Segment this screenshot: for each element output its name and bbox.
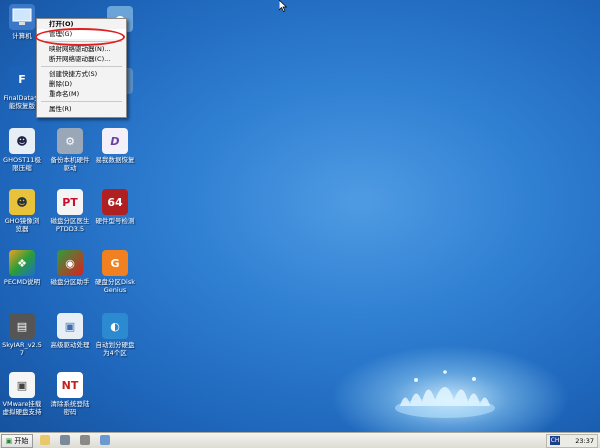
desktop-icon-advanced-driver[interactable]: ▣ 高级驱动处理 xyxy=(50,313,90,349)
desktop-icon-pecmd[interactable]: ❖ PECMD说明 xyxy=(2,250,42,286)
skyiar-icon: ▤ xyxy=(9,313,35,339)
auto-partition-icon: ◐ xyxy=(102,313,128,339)
icon-label: GHO镜像浏览器 xyxy=(4,217,40,233)
menu-item-delete[interactable]: 删除(D) xyxy=(37,79,126,89)
desktop-icon-vmware[interactable]: ▣ VMware挂载虚拟硬盘支持 xyxy=(2,372,42,416)
vmware-icon: ▣ xyxy=(9,372,35,398)
desktop-icon-easeus[interactable]: D 易我数据恢复 xyxy=(95,128,135,164)
icon-label: 硬盘分区DiskGenius xyxy=(95,278,135,294)
ghost-icon: ☻ xyxy=(9,128,35,154)
desktop-icon-diskgenius[interactable]: G 硬盘分区DiskGenius xyxy=(95,250,135,294)
gho-browser-icon: ☻ xyxy=(9,189,35,215)
icon-label: 硬件型号检测 xyxy=(95,217,135,225)
icon-label: PECMD说明 xyxy=(3,278,41,286)
menu-item-rename[interactable]: 重命名(M) xyxy=(37,89,126,99)
quick-launch-drive-icon[interactable] xyxy=(80,435,90,445)
driver-icon: ▣ xyxy=(57,313,83,339)
quick-launch-folder-icon[interactable] xyxy=(40,435,50,445)
menu-separator xyxy=(41,101,122,102)
windows-logo-icon: ▣ xyxy=(5,437,13,445)
menu-separator xyxy=(41,66,122,67)
desktop-icon-ptdd[interactable]: PT 磁盘分区医生PTDD3.5 xyxy=(50,189,90,233)
start-label: 开始 xyxy=(14,437,29,445)
pecmd-icon: ❖ xyxy=(9,250,35,276)
desktop-icon-skyiar[interactable]: ▤ SkyIAR_v2.57 xyxy=(2,313,42,357)
gear-backup-icon: ⚙ xyxy=(57,128,83,154)
hwinfo-icon: 64 xyxy=(102,189,128,215)
system-tray: CH 23:37 xyxy=(546,434,598,448)
quick-launch-tool-icon[interactable] xyxy=(100,435,110,445)
highlight-circle xyxy=(35,28,125,46)
finaldata-icon: F xyxy=(9,66,35,92)
icon-label: SkyIAR_v2.57 xyxy=(2,341,42,357)
desktop: 计算机 F FinalData全能恢复版 ☻ GHOST11极限压缩 ☻ GHO… xyxy=(0,0,600,432)
menu-item-create-shortcut[interactable]: 创建快捷方式(S) xyxy=(37,69,126,79)
desktop-icon-gho-browser[interactable]: ☻ GHO镜像浏览器 xyxy=(2,189,42,233)
diskgenius-icon: G xyxy=(102,250,128,276)
icon-label: 清除系统登陆密码 xyxy=(50,400,90,416)
icon-label: GHOST11极限压缩 xyxy=(3,156,41,172)
icon-label: VMware挂载虚拟硬盘支持 xyxy=(2,400,42,416)
water-crown-graphic xyxy=(395,370,495,418)
desktop-icon-backup-drivers[interactable]: ⚙ 备份本机硬件驱动 xyxy=(50,128,90,172)
desktop-icon-ghost11[interactable]: ☻ GHOST11极限压缩 xyxy=(2,128,42,172)
taskbar: ▣ 开始 CH 23:37 xyxy=(0,432,600,448)
clock[interactable]: 23:37 xyxy=(575,435,594,447)
icon-label: 磁盘分区助手 xyxy=(50,278,90,286)
easeus-icon: D xyxy=(102,128,128,154)
desktop-icon-auto-partition[interactable]: ◐ 自动划分硬盘为4个区 xyxy=(95,313,135,357)
ptdd-icon: PT xyxy=(57,189,83,215)
icon-label: 备份本机硬件驱动 xyxy=(50,156,90,172)
icon-label: 易我数据恢复 xyxy=(95,156,135,164)
quick-launch-disk-icon[interactable] xyxy=(60,435,70,445)
menu-item-properties[interactable]: 属性(R) xyxy=(37,104,126,114)
language-indicator[interactable]: CH xyxy=(550,436,560,445)
icon-label: 高级驱动处理 xyxy=(50,341,90,349)
computer-icon xyxy=(9,4,35,30)
partition-assistant-icon: ◉ xyxy=(57,250,83,276)
clear-password-icon: NT xyxy=(57,372,83,398)
icon-label: 磁盘分区医生PTDD3.5 xyxy=(50,217,90,233)
desktop-icon-clear-password[interactable]: NT 清除系统登陆密码 xyxy=(50,372,90,416)
icon-label: 自动划分硬盘为4个区 xyxy=(95,341,135,357)
mouse-cursor-icon xyxy=(279,0,287,12)
desktop-icon-partition-assistant[interactable]: ◉ 磁盘分区助手 xyxy=(50,250,90,286)
desktop-icon-hwinfo[interactable]: 64 硬件型号检测 xyxy=(95,189,135,225)
start-button[interactable]: ▣ 开始 xyxy=(1,434,33,448)
menu-item-disconnect-network-drive[interactable]: 断开网络驱动器(C)... xyxy=(37,54,126,64)
